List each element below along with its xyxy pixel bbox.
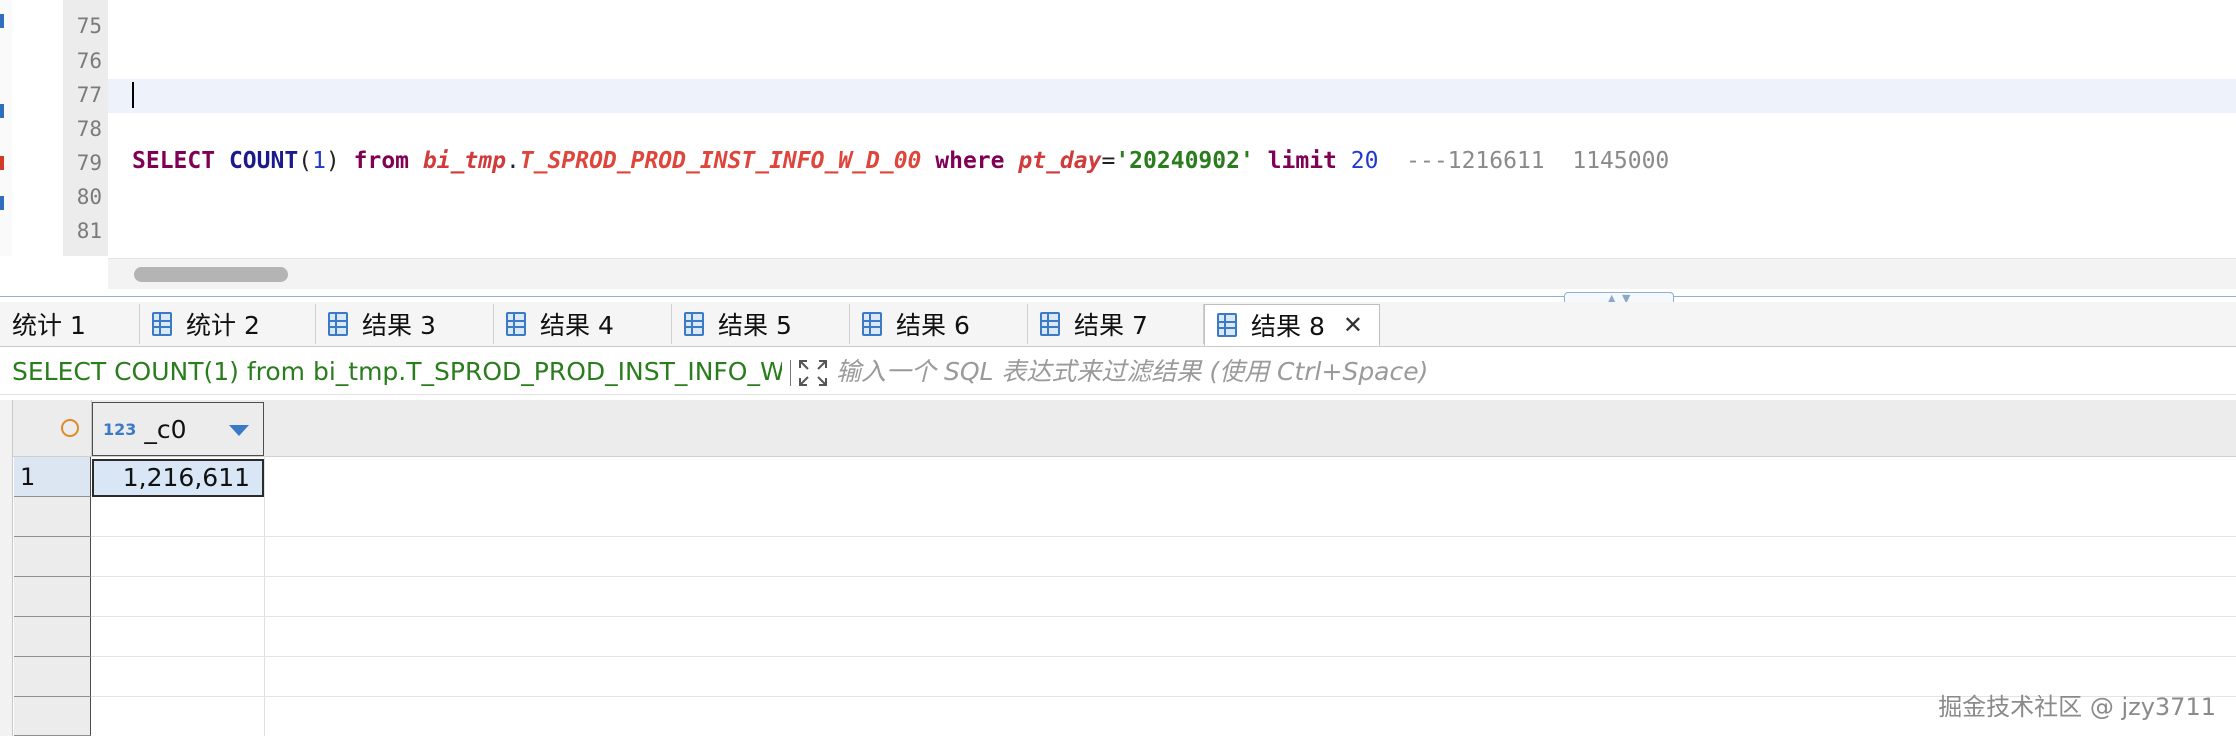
tab-label: 结果 5 (718, 311, 792, 340)
row-gridline (91, 656, 2236, 657)
row-indicator-icon (61, 419, 79, 437)
tab-stats-2[interactable]: 统计 2 (140, 304, 316, 344)
line-number-gutter: 75 76 77 78 79 80 81 (63, 0, 108, 256)
sql-token-punc (409, 148, 423, 174)
sql-token-punc: = (1101, 148, 1116, 174)
line-number: 76 (76, 49, 102, 73)
strip-marker-icon (0, 196, 4, 210)
column-name: _c0 (144, 414, 187, 444)
sql-token-kw: SELECT (132, 148, 216, 174)
grid-left-edge (0, 400, 13, 736)
column-header-c0[interactable]: 123 _c0 (92, 402, 264, 456)
tab-label: 结果 6 (896, 311, 970, 340)
filter-expression-input[interactable] (836, 355, 1836, 387)
select-all-corner[interactable] (14, 400, 92, 456)
line-number: 77 (76, 83, 102, 107)
text-caret (132, 82, 134, 108)
sql-editor-window: 75 76 77 78 79 80 81 SELECT COUNT(1) fro… (0, 0, 2236, 736)
sql-token-tbl: T_SPROD_PROD_INST_INFO_W_D_00 (519, 148, 922, 174)
sql-token-punc (215, 148, 229, 174)
result-grid: 123 _c0 1 1,216,611 掘金技术社区 @ jzy3711 (0, 400, 2236, 736)
current-line-highlight (108, 79, 2236, 113)
sql-token-kw: where (935, 148, 1005, 174)
grid-icon (328, 312, 348, 336)
sql-token-num: 20 (1350, 148, 1379, 174)
sql-token-punc: . (505, 148, 520, 174)
grid-icon (1217, 313, 1237, 337)
row-gridline (91, 576, 2236, 577)
panel-splitter[interactable]: ▲ ▼ (0, 292, 2236, 306)
horizontal-scrollbar[interactable] (108, 258, 2236, 289)
line-number: 75 (76, 14, 102, 38)
watermark: 掘金技术社区 @ jzy3711 (1938, 693, 2216, 721)
tab-result-7[interactable]: 结果 7 (1028, 304, 1204, 344)
table-cell[interactable]: 1,216,611 (92, 459, 264, 497)
sql-token-schema: bi_tmp (422, 148, 506, 174)
scrollbar-thumb[interactable] (134, 267, 288, 282)
grid-icon (1040, 312, 1060, 336)
grid-header (0, 400, 2236, 457)
empty-row-header (14, 657, 91, 697)
filter-bar: SELECT COUNT(1) from bi_tmp.T_SPROD_PROD… (0, 350, 2236, 395)
sql-token-str: '20240902' (1115, 148, 1254, 174)
sql-token-punc (921, 148, 935, 174)
sql-token-punc (1254, 148, 1268, 174)
numeric-type-icon: 123 (103, 419, 137, 439)
tab-label: 统计 1 (12, 311, 86, 340)
sql-editor[interactable]: SELECT COUNT(1) from bi_tmp.T_SPROD_PROD… (108, 0, 2236, 256)
close-icon[interactable]: ✕ (1343, 311, 1363, 339)
tab-result-4[interactable]: 结果 4 (494, 304, 672, 344)
empty-row-header (14, 497, 91, 537)
row-gridline (91, 616, 2236, 617)
tab-stats-1[interactable]: 统计 1 (0, 304, 140, 344)
sql-token-kw: limit (1267, 148, 1337, 174)
sql-token-cmt: ---1216611 1145000 (1378, 148, 1670, 174)
tab-label: 结果 3 (362, 311, 436, 340)
line-number: 79 (76, 151, 102, 175)
row-gridline (91, 696, 2236, 697)
line-number: 80 (76, 185, 102, 209)
tab-label: 结果 4 (540, 311, 614, 340)
sql-token-punc: ( (298, 148, 313, 174)
empty-row-header (14, 617, 91, 657)
tab-result-8[interactable]: 结果 8 ✕ (1204, 304, 1380, 346)
tab-result-3[interactable]: 结果 3 (316, 304, 494, 344)
grid-icon (152, 312, 172, 336)
sql-statement-line[interactable]: SELECT COUNT(1) from bi_tmp.T_SPROD_PROD… (132, 146, 1669, 176)
row-number[interactable]: 1 (14, 457, 91, 497)
sql-token-punc (1005, 148, 1019, 174)
result-tab-bar: 统计 1 统计 2 结果 3 结果 4 结果 5 结果 6 结果 7 结果 8 (0, 302, 2236, 347)
expand-icon[interactable] (798, 359, 828, 387)
tab-label: 结果 8 (1251, 312, 1325, 341)
line-number: 78 (76, 117, 102, 141)
splitter-line (0, 296, 2236, 297)
strip-marker-icon (0, 14, 4, 28)
tab-result-6[interactable]: 结果 6 (850, 304, 1028, 344)
sort-dropdown-icon[interactable] (229, 425, 249, 436)
empty-row-header (14, 697, 91, 736)
line-number: 81 (76, 219, 102, 243)
grid-icon (684, 312, 704, 336)
empty-row-header (14, 537, 91, 577)
empty-row-header (14, 577, 91, 617)
tab-label: 结果 7 (1074, 311, 1148, 340)
sql-token-fn: COUNT (228, 148, 299, 174)
tab-label: 统计 2 (186, 311, 260, 340)
grid-icon (862, 312, 882, 336)
strip-marker-icon (0, 104, 4, 118)
sql-token-kw: from (353, 148, 410, 174)
left-activity-strip (0, 0, 12, 256)
error-marker-icon (0, 156, 4, 170)
sql-token-punc (1337, 148, 1351, 174)
sql-token-num: 1 (312, 148, 326, 174)
sql-token-schema: pt_day (1018, 148, 1102, 174)
row-gridline (91, 536, 2236, 537)
active-query-label: SELECT COUNT(1) from bi_tmp.T_SPROD_PROD… (12, 357, 782, 386)
filter-divider (790, 360, 791, 386)
column-divider (264, 456, 265, 736)
grid-icon (506, 312, 526, 336)
tab-result-5[interactable]: 结果 5 (672, 304, 850, 344)
sql-token-punc: ) (325, 148, 354, 174)
